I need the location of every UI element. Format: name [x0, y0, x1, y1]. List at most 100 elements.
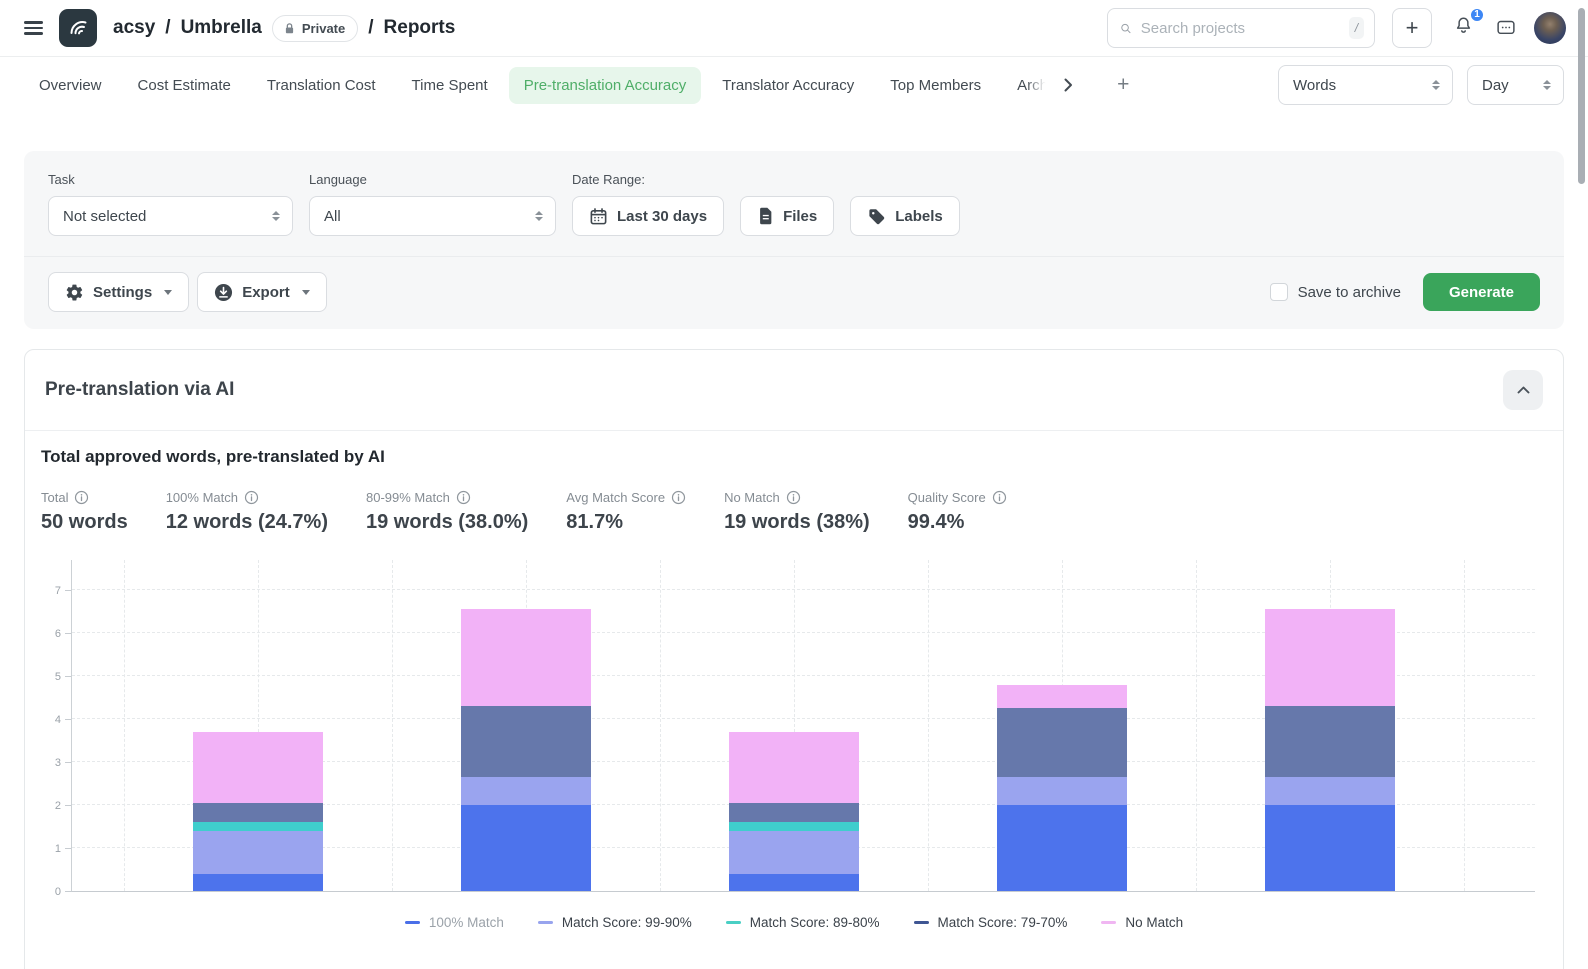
breadcrumb-separator: /	[165, 17, 170, 39]
info-icon[interactable]	[992, 490, 1007, 505]
bar-segment[interactable]	[729, 874, 859, 891]
chart-plot	[71, 560, 1535, 892]
info-icon[interactable]	[456, 490, 471, 505]
notification-badge: 1	[1469, 7, 1485, 23]
stat-value: 50 words	[41, 511, 128, 534]
info-icon[interactable]	[74, 490, 89, 505]
privacy-badge-label: Private	[302, 21, 345, 36]
messages-button[interactable]	[1495, 18, 1517, 39]
legend-label: Match Score: 89-80%	[750, 915, 880, 930]
bar-segment[interactable]	[729, 803, 859, 822]
bar-4[interactable]	[997, 685, 1127, 891]
save-to-archive-checkbox[interactable]	[1270, 283, 1288, 301]
task-field-label: Task	[48, 172, 293, 187]
bar-segment[interactable]	[461, 777, 591, 805]
bar-segment[interactable]	[1265, 777, 1395, 805]
bar-segment[interactable]	[997, 805, 1127, 891]
breadcrumb-org[interactable]: acsy	[113, 17, 155, 39]
breadcrumb-project[interactable]: Umbrella	[181, 17, 262, 39]
legend-label: Match Score: 79-70%	[938, 915, 1068, 930]
date-range-button[interactable]: Last 30 days	[572, 196, 724, 236]
language-select[interactable]: All	[309, 196, 556, 236]
y-axis-label: 6	[55, 628, 61, 640]
unit-select[interactable]: Words	[1278, 65, 1453, 105]
task-select[interactable]: Not selected	[48, 196, 293, 236]
notifications-button[interactable]: 1	[1449, 11, 1478, 46]
bar-segment[interactable]	[461, 609, 591, 706]
legend-item[interactable]: Match Score: 89-80%	[726, 915, 880, 930]
bar-3[interactable]	[729, 732, 859, 891]
tab-archive-truncated[interactable]: Arch	[1002, 67, 1050, 104]
tab-time-spent[interactable]: Time Spent	[397, 67, 503, 104]
stat-80-99-match: 80-99% Match 19 words (38.0%)	[366, 490, 528, 534]
breadcrumb-separator-2: /	[368, 17, 373, 39]
bar-5[interactable]	[1265, 609, 1395, 891]
date-range-field-label: Date Range:	[572, 172, 960, 187]
bar-segment[interactable]	[193, 831, 323, 874]
period-select[interactable]: Day	[1467, 65, 1564, 105]
tab-cost-estimate[interactable]: Cost Estimate	[123, 67, 246, 104]
files-button-label: Files	[783, 208, 817, 225]
labels-filter-button[interactable]: Labels	[850, 196, 960, 236]
add-report-tab-button[interactable]: +	[1117, 73, 1129, 97]
y-axis-label: 1	[55, 843, 61, 855]
app-logo[interactable]	[59, 9, 97, 47]
bar-segment[interactable]	[1265, 706, 1395, 777]
bar-segment[interactable]	[193, 874, 323, 891]
export-button[interactable]: Export	[197, 272, 327, 312]
hamburger-menu-icon[interactable]	[24, 21, 43, 34]
stat-quality-score: Quality Score 99.4%	[908, 490, 1007, 534]
stat-label: Avg Match Score	[566, 490, 665, 505]
bar-segment[interactable]	[729, 732, 859, 803]
legend-label: 100% Match	[429, 915, 504, 930]
task-select-value: Not selected	[63, 208, 146, 225]
stat-value: 12 words (24.7%)	[166, 511, 328, 534]
legend-item[interactable]: 100% Match	[405, 915, 504, 930]
user-avatar[interactable]	[1534, 12, 1566, 44]
bar-1[interactable]	[193, 732, 323, 891]
bar-segment[interactable]	[729, 822, 859, 831]
y-axis-label: 3	[55, 757, 61, 769]
create-project-button[interactable]: +	[1392, 8, 1432, 48]
bar-segment[interactable]	[997, 708, 1127, 777]
info-icon[interactable]	[671, 490, 686, 505]
y-axis-label: 0	[55, 886, 61, 898]
bar-segment[interactable]	[1265, 609, 1395, 706]
tag-icon	[867, 207, 886, 226]
bar-segment[interactable]	[193, 822, 323, 831]
tab-pre-translation-accuracy[interactable]: Pre-translation Accuracy	[509, 67, 702, 104]
bar-segment[interactable]	[1265, 805, 1395, 891]
legend-item[interactable]: Match Score: 79-70%	[914, 915, 1068, 930]
legend-item[interactable]: Match Score: 99-90%	[538, 915, 692, 930]
search-box[interactable]: /	[1107, 8, 1375, 48]
bar-2[interactable]	[461, 609, 591, 891]
search-input[interactable]	[1141, 20, 1340, 37]
generate-button[interactable]: Generate	[1423, 273, 1540, 311]
settings-button[interactable]: Settings	[48, 272, 189, 312]
tab-translator-accuracy[interactable]: Translator Accuracy	[707, 67, 869, 104]
bar-segment[interactable]	[193, 803, 323, 822]
chevron-right-icon	[1064, 78, 1073, 92]
bar-segment[interactable]	[997, 685, 1127, 709]
bar-segment[interactable]	[193, 732, 323, 803]
tab-translation-cost[interactable]: Translation Cost	[252, 67, 391, 104]
info-icon[interactable]	[786, 490, 801, 505]
tab-top-members[interactable]: Top Members	[875, 67, 996, 104]
tabs-scroll-right-button[interactable]	[1056, 72, 1081, 98]
tab-overview[interactable]: Overview	[24, 67, 117, 104]
files-filter-button[interactable]: Files	[740, 196, 834, 236]
bar-segment[interactable]	[461, 706, 591, 777]
bar-segment[interactable]	[729, 831, 859, 874]
bar-segment[interactable]	[997, 777, 1127, 805]
info-icon[interactable]	[244, 490, 259, 505]
legend-item[interactable]: No Match	[1101, 915, 1183, 930]
chevron-up-icon	[1517, 386, 1530, 394]
bar-segment[interactable]	[461, 805, 591, 891]
caret-down-icon	[302, 290, 310, 295]
collapse-section-button[interactable]	[1503, 370, 1543, 410]
save-to-archive-option[interactable]: Save to archive	[1270, 283, 1401, 301]
search-icon	[1120, 20, 1132, 37]
date-range-button-label: Last 30 days	[617, 208, 707, 225]
language-field-label: Language	[309, 172, 556, 187]
page-scrollbar[interactable]	[1578, 8, 1585, 184]
